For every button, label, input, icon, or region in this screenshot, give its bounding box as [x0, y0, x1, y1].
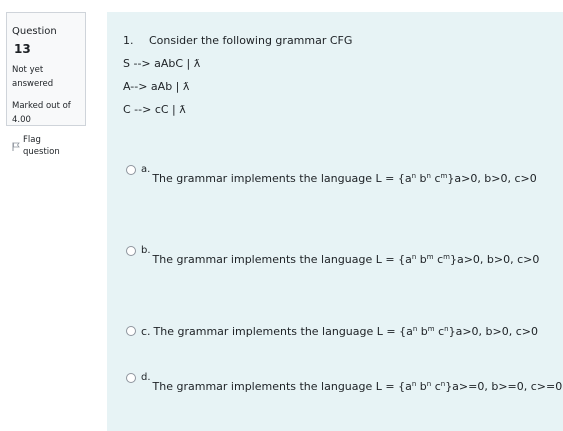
grade-line-1: Marked out of — [12, 101, 71, 111]
answer-radio-a[interactable] — [126, 165, 136, 175]
answer-text: The grammar implements the language L = … — [152, 380, 563, 393]
grade-line-2: 4.00 — [12, 115, 31, 125]
answer-radio-b[interactable] — [126, 246, 136, 256]
answer-letter: c. — [141, 325, 151, 338]
question-prompt: Consider the following grammar CFG — [149, 34, 353, 47]
state-line-2: answered — [12, 79, 54, 89]
question-prompt-line: 1. Consider the following grammar CFG — [123, 29, 352, 52]
answer-option-a[interactable]: a. The grammar implements the language L… — [126, 164, 537, 185]
flag-question-button[interactable]: Flag question — [12, 134, 80, 158]
question-label: Question — [12, 26, 57, 37]
answer-option-c[interactable]: c. The grammar implements the language L… — [126, 325, 538, 338]
question-number: 13 — [14, 42, 31, 56]
answer-option-b[interactable]: b. The grammar implements the language L… — [126, 245, 539, 266]
answer-option-d[interactable]: d. The grammar implements the language L… — [126, 372, 562, 393]
answer-letter: d. — [141, 372, 151, 383]
flag-question-label: Flag question — [23, 135, 60, 157]
flag-icon — [12, 142, 20, 151]
answer-radio-c[interactable] — [126, 326, 136, 336]
grammar-rule: S --> aAbC | ƛ — [123, 57, 201, 70]
question-heading: Question 13 — [12, 19, 80, 57]
answer-text: The grammar implements the language L = … — [152, 172, 537, 185]
grammar-rule: C --> cC | ƛ — [123, 103, 186, 116]
state-line-1: Not yet — [12, 65, 44, 75]
question-item-number: 1. — [123, 34, 134, 47]
question-state: Not yet answered — [12, 63, 80, 91]
question-text: 1. Consider the following grammar CFG S -… — [123, 29, 352, 121]
question-grade: Marked out of 4.00 — [12, 99, 80, 127]
answer-radio-d[interactable] — [126, 373, 136, 383]
answer-text: The grammar implements the language L = … — [153, 325, 538, 338]
answer-letter: a. — [141, 164, 151, 175]
answer-text: The grammar implements the language L = … — [152, 253, 540, 266]
question-info-panel: Question 13 Not yet answered Marked out … — [6, 12, 86, 157]
question-content: 1. Consider the following grammar CFG S -… — [107, 12, 563, 431]
answer-letter: b. — [141, 245, 151, 256]
grammar-rule: A--> aAb | ƛ — [123, 80, 190, 93]
